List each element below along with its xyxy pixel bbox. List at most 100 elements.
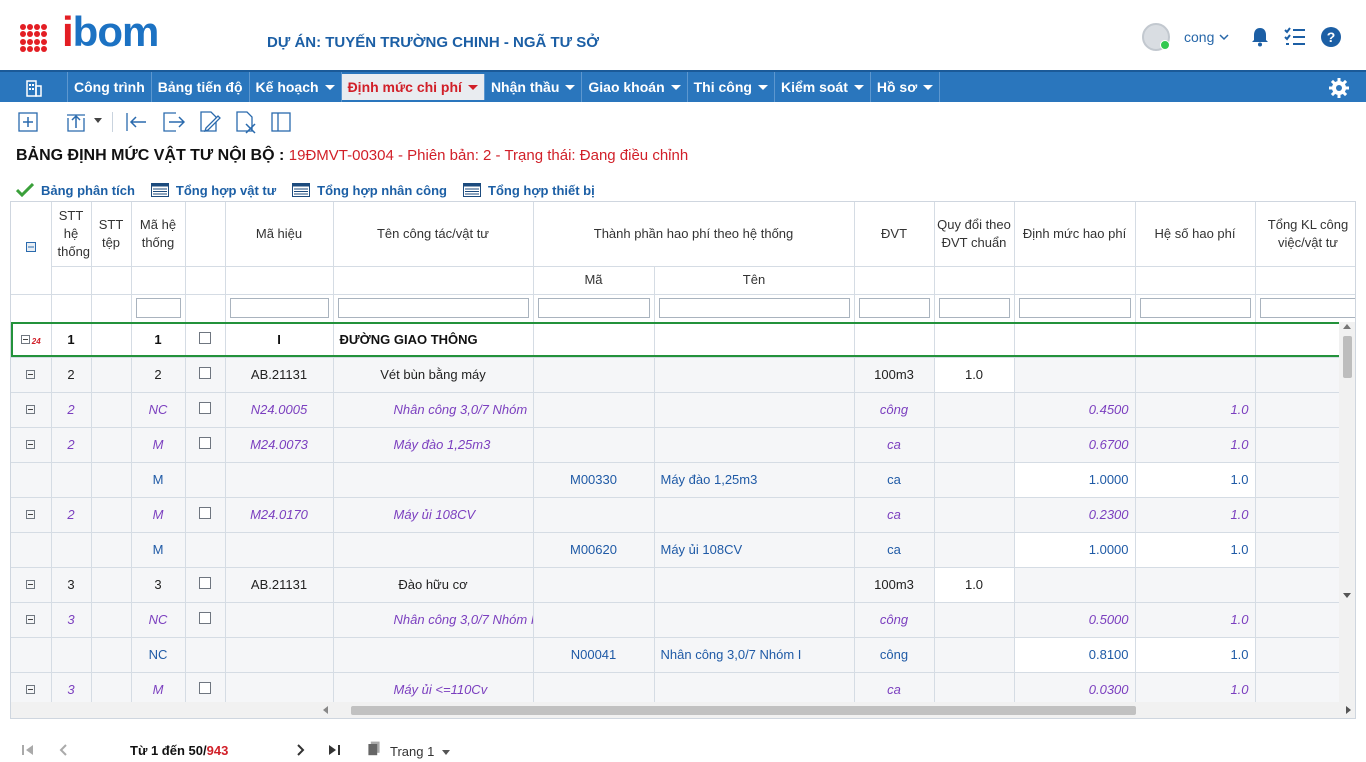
nav-thi-cong[interactable]: Thi công (688, 72, 775, 102)
filter-dinh-muc[interactable] (1018, 298, 1131, 318)
table-row[interactable]: 2 NC N24.0005 Nhân công 3,0/7 Nhóm công 0.450… (11, 392, 1355, 428)
page-selector[interactable]: Trang 1 (390, 744, 451, 759)
collapse-icon[interactable] (26, 510, 36, 519)
table-row[interactable]: 3 3 AB.21131 Đào hữu cơ 100m3 1.0 (11, 567, 1355, 603)
row-checkbox[interactable] (199, 577, 211, 589)
columns-icon[interactable] (269, 110, 293, 134)
cell-quy-doi[interactable]: 1.0 (934, 357, 1015, 393)
col-dinh-muc[interactable]: Định mức hao phí (1014, 202, 1136, 267)
col-stt-he-thong[interactable]: STT hệ thống (51, 202, 92, 267)
user-menu[interactable]: cong (1142, 22, 1229, 52)
next-page-icon[interactable] (292, 742, 308, 758)
first-page-icon[interactable] (20, 742, 36, 758)
filter-ma-hieu[interactable] (229, 298, 329, 318)
filter-he-so[interactable] (1139, 298, 1251, 318)
row-checkbox[interactable] (199, 507, 211, 519)
collapse-icon[interactable] (26, 440, 36, 449)
vertical-scrollbar[interactable] (1339, 322, 1355, 702)
chevron-down-icon[interactable] (94, 118, 102, 124)
upload-icon[interactable] (64, 110, 88, 134)
avatar[interactable] (1142, 23, 1170, 51)
col-ma-hieu[interactable]: Mã hiệu (225, 202, 334, 267)
nav-dinh-muc-chi-phi[interactable]: Định mức chi phí (341, 74, 485, 100)
filter-tp-ma[interactable] (537, 298, 650, 318)
edit-document-icon[interactable] (197, 110, 221, 134)
task-list-icon[interactable] (1284, 26, 1306, 48)
col-dvt[interactable]: ĐVT (854, 202, 935, 267)
table-row[interactable]: NC N00041 Nhân công 3,0/7 Nhóm Icông 0.8100… (11, 637, 1355, 673)
apps-grid-icon[interactable] (20, 24, 48, 52)
group-row[interactable]: 24 1 1 I ĐƯỜNG GIAO THÔNG (11, 322, 1355, 358)
nav-kiem-soat[interactable]: Kiểm soát (775, 72, 871, 102)
scroll-up-icon[interactable] (1343, 324, 1351, 329)
delete-document-icon[interactable] (233, 110, 257, 134)
chevron-down-icon[interactable] (1219, 33, 1229, 41)
col-tp-ma[interactable]: Mã (533, 266, 655, 295)
select-all-header[interactable] (11, 202, 52, 295)
collapse-all-icon[interactable] (25, 241, 36, 252)
scroll-right-icon[interactable] (1346, 706, 1351, 714)
tab-tong-hop-nhan-cong[interactable]: Tổng hợp nhân công (292, 180, 447, 200)
bell-icon[interactable] (1249, 26, 1271, 48)
gear-icon[interactable] (1328, 77, 1350, 99)
tab-bang-phan-tich[interactable]: Bảng phân tích (16, 180, 135, 200)
filter-ten-cong-tac[interactable] (337, 298, 529, 318)
cell-dvt: công (854, 637, 935, 673)
table-row[interactable]: 3 NC Nhân công 3,0/7 Nhóm I công 0.5000 1.0 (11, 602, 1355, 638)
collapse-icon[interactable] (26, 405, 36, 414)
filter-ma-he-thong[interactable] (135, 298, 181, 318)
tab-tong-hop-vat-tu[interactable]: Tổng hợp vật tư (150, 180, 276, 200)
chevron-down-icon[interactable] (442, 750, 451, 756)
col-ma-he-thong[interactable]: Mã hệ thống (131, 202, 186, 267)
nav-ho-so[interactable]: Hồ sơ (871, 72, 941, 102)
col-he-so[interactable]: Hệ số hao phí (1135, 202, 1256, 267)
help-icon[interactable]: ? (1320, 26, 1342, 48)
col-thanh-phan-hao-phi[interactable]: Thành phần hao phí theo hệ thống (533, 202, 855, 267)
scroll-down-icon[interactable] (1343, 593, 1351, 598)
collapse-icon[interactable] (26, 615, 36, 624)
tab-tong-hop-thiet-bi[interactable]: Tổng hợp thiết bị (463, 180, 595, 200)
last-page-icon[interactable] (326, 742, 342, 758)
nav-giao-khoan[interactable]: Giao khoán (582, 72, 688, 102)
collapse-icon[interactable] (26, 370, 36, 379)
table-row[interactable]: 2 2 AB.21131 Vét bùn bằng máy 100m3 1.0 (11, 357, 1355, 393)
filter-dvt[interactable] (858, 298, 930, 318)
scroll-left-icon[interactable] (323, 706, 328, 714)
nav-bang-tien-do[interactable]: Bảng tiến độ (152, 72, 250, 102)
scroll-thumb[interactable] (351, 706, 1136, 715)
row-checkbox[interactable] (199, 332, 211, 344)
table-row[interactable]: 2 M M24.0073 Máy đào 1,25m3 ca 0.6700 1.0 (11, 427, 1355, 463)
cell-quy-doi[interactable]: 1.0 (934, 567, 1015, 603)
filter-tong-kl[interactable] (1259, 298, 1355, 318)
prev-page-icon[interactable] (56, 742, 72, 758)
nav-cong-trinh[interactable]: Công trình (68, 72, 152, 102)
col-ten-cong-tac[interactable]: Tên công tác/vật tư (333, 202, 534, 267)
export-icon[interactable] (161, 110, 185, 134)
building-home-icon[interactable] (0, 72, 68, 102)
collapse-icon[interactable] (26, 580, 36, 589)
import-icon[interactable] (124, 110, 148, 134)
collapse-icon[interactable] (26, 685, 36, 694)
table-row[interactable]: 2 M M24.0170 Máy ủi 108CV ca 0.2300 1.0 (11, 497, 1355, 533)
table-row[interactable]: M M00330 Máy đào 1,25m3 ca 1.0000 1.0 (11, 462, 1355, 498)
add-icon[interactable] (16, 110, 40, 134)
col-tp-ten[interactable]: Tên (654, 266, 855, 295)
nav-nhan-thau[interactable]: Nhận thầu (485, 72, 583, 102)
scroll-thumb[interactable] (1343, 336, 1352, 378)
row-checkbox[interactable] (199, 612, 211, 624)
filter-quy-doi[interactable] (938, 298, 1010, 318)
filter-tp-ten[interactable] (658, 298, 850, 318)
nav-ke-hoach[interactable]: Kế hoạch (250, 72, 342, 102)
col-stt-tep[interactable]: STT tệp (91, 202, 132, 267)
table-row[interactable]: M M00620 Máy ủi 108CV ca 1.0000 1.0 (11, 532, 1355, 568)
col-quy-doi[interactable]: Quy đổi theo ĐVT chuẩn (934, 202, 1015, 267)
row-checkbox[interactable] (199, 682, 211, 694)
row-checkbox[interactable] (199, 402, 211, 414)
username[interactable]: cong (1184, 29, 1214, 45)
app-logo[interactable]: ibom (62, 8, 159, 56)
collapse-icon[interactable] (20, 335, 30, 344)
horizontal-scrollbar[interactable] (11, 702, 1355, 718)
col-tong-kl[interactable]: Tổng KL công việc/vật tư (1255, 202, 1355, 267)
row-checkbox[interactable] (199, 437, 211, 449)
row-checkbox[interactable] (199, 367, 211, 379)
